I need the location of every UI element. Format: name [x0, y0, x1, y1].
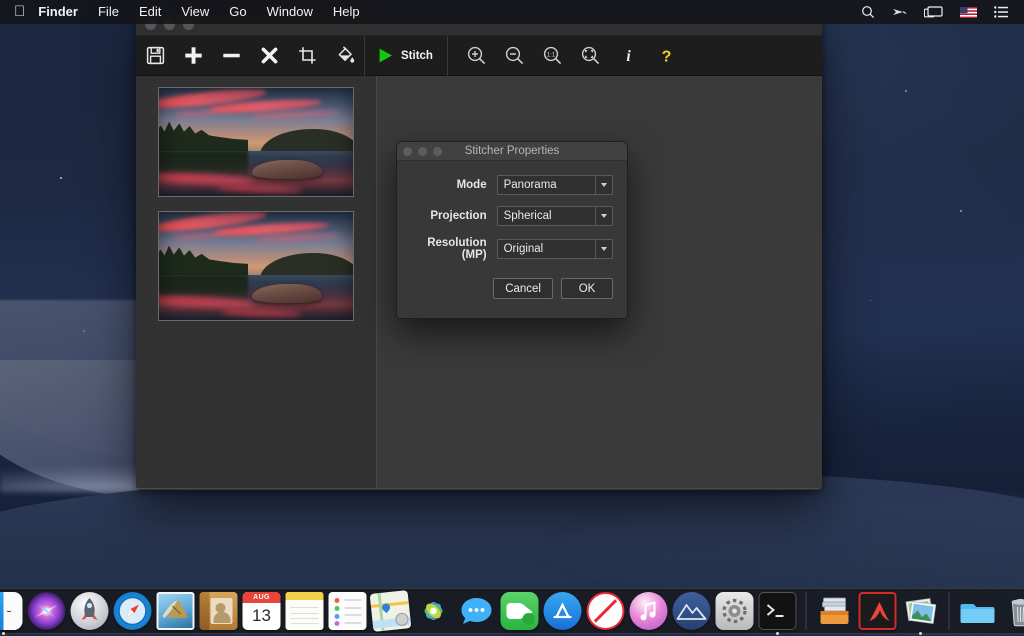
mode-label: Mode — [411, 179, 497, 191]
zoom-fit-button[interactable] — [572, 36, 610, 76]
status-bar — [136, 488, 822, 490]
dock-item-app-store[interactable] — [544, 592, 582, 630]
resolution-select[interactable]: Original — [497, 239, 613, 259]
landscape-photo — [159, 212, 353, 320]
dock-item-stitcher[interactable] — [902, 592, 940, 630]
dialog-buttons: Cancel OK — [397, 272, 627, 299]
main-toolbar: Stitch 1:1 — [136, 36, 822, 76]
zoom-actual-size-button[interactable]: 1:1 — [534, 36, 572, 76]
menu-item-window[interactable]: Window — [257, 0, 323, 24]
projection-row: Projection Spherical — [411, 206, 613, 226]
projection-value: Spherical — [498, 210, 552, 222]
dock-item-finder[interactable] — [0, 592, 23, 630]
svg-text:?: ? — [662, 48, 672, 65]
svg-text:1:1: 1:1 — [547, 52, 556, 59]
dock-item-facetime[interactable] — [501, 592, 539, 630]
dock-item-mail[interactable] — [157, 592, 195, 630]
mode-row: Mode Panorama — [411, 175, 613, 195]
dock-item-contacts[interactable] — [200, 592, 238, 630]
dock-item-safari[interactable] — [114, 592, 152, 630]
dialog-body: Mode Panorama Projection Spherical Resol… — [397, 161, 627, 261]
menu-item-file[interactable]: File — [88, 0, 129, 24]
dock-item-archiver[interactable] — [816, 592, 854, 630]
stitcher-properties-dialog: Stitcher Properties Mode Panorama Projec… — [396, 141, 628, 319]
clear-button[interactable] — [250, 36, 288, 76]
menu-item-go[interactable]: Go — [219, 0, 256, 24]
toolbar-separator-2 — [447, 36, 448, 76]
siri-icon[interactable] — [892, 5, 907, 19]
calendar-day: 13 — [243, 603, 281, 630]
dock-item-downloads[interactable] — [959, 592, 997, 630]
running-indicator — [919, 632, 922, 635]
view-tools-group: 1:1 i ? — [458, 36, 686, 75]
dock-item-photos[interactable] — [415, 592, 453, 630]
dock-item-system-preferences[interactable] — [716, 592, 754, 630]
dock-item-siri[interactable] — [28, 592, 66, 630]
dialog-titlebar[interactable]: Stitcher Properties — [397, 142, 627, 161]
dock-item-maps[interactable] — [372, 592, 410, 630]
stitch-button[interactable]: Stitch — [365, 36, 447, 76]
menu-bar-status-area — [861, 5, 1015, 19]
menu-item-view[interactable]: View — [171, 0, 219, 24]
thumbnail-2[interactable] — [158, 211, 354, 321]
dock-item-launchpad[interactable] — [71, 592, 109, 630]
menu-item-edit[interactable]: Edit — [129, 0, 171, 24]
landscape-photo — [159, 88, 353, 196]
dock-item-mountain-app[interactable] — [673, 592, 711, 630]
mode-value: Panorama — [498, 179, 557, 191]
file-tools-group — [136, 36, 364, 75]
image-list-sidebar[interactable] — [136, 76, 377, 488]
search-icon[interactable] — [861, 5, 875, 19]
help-button[interactable]: ? — [648, 36, 686, 76]
dock-item-trash[interactable] — [1002, 592, 1024, 630]
chevron-down-icon[interactable] — [595, 207, 612, 225]
us-flag-icon[interactable] — [960, 7, 977, 18]
remove-image-button[interactable] — [212, 36, 250, 76]
resolution-label: Resolution (MP) — [411, 237, 497, 261]
menu-item-help[interactable]: Help — [323, 0, 370, 24]
dialog-title: Stitcher Properties — [397, 145, 627, 157]
crop-button[interactable] — [288, 36, 326, 76]
menu-item-finder[interactable]: Finder — [36, 0, 88, 24]
dock-separator-1 — [806, 592, 807, 630]
zoom-in-button[interactable] — [458, 36, 496, 76]
ok-button[interactable]: OK — [561, 278, 613, 299]
menu-bar:  Finder File Edit View Go Window Help — [0, 0, 1024, 24]
control-center-icon[interactable] — [994, 6, 1008, 18]
zoom-out-button[interactable] — [496, 36, 534, 76]
stitch-button-label: Stitch — [401, 50, 433, 62]
dock-item-blocker[interactable] — [587, 592, 625, 630]
calendar-month: AUG — [243, 592, 281, 603]
svg-text:i: i — [627, 48, 632, 65]
dock-item-reminders[interactable] — [329, 592, 367, 630]
paint-bucket-icon[interactable] — [326, 36, 364, 76]
info-button[interactable]: i — [610, 36, 648, 76]
running-indicator — [2, 632, 5, 635]
mode-select[interactable]: Panorama — [497, 175, 613, 195]
chevron-down-icon[interactable] — [595, 240, 612, 258]
dock: AUG 13 — [0, 588, 1024, 634]
cancel-button[interactable]: Cancel — [493, 278, 553, 299]
dock-item-calendar[interactable]: AUG 13 — [243, 592, 281, 630]
add-image-button[interactable] — [174, 36, 212, 76]
save-button[interactable] — [136, 36, 174, 76]
resolution-value: Original — [498, 243, 544, 255]
play-triangle-icon — [377, 47, 394, 64]
projection-select[interactable]: Spherical — [497, 206, 613, 226]
thumbnail-1[interactable] — [158, 87, 354, 197]
dock-item-messages[interactable] — [458, 592, 496, 630]
projection-label: Projection — [411, 210, 497, 222]
dock-item-notes[interactable] — [286, 592, 324, 630]
running-indicator — [776, 632, 779, 635]
dock-item-itunes[interactable] — [630, 592, 668, 630]
dock-item-acrobat[interactable] — [859, 592, 897, 630]
screen-mirroring-icon[interactable] — [924, 5, 943, 19]
apple-logo-icon[interactable]:  — [14, 4, 25, 19]
resolution-row: Resolution (MP) Original — [411, 237, 613, 261]
chevron-down-icon[interactable] — [595, 176, 612, 194]
dock-separator-2 — [949, 592, 950, 630]
dock-item-terminal[interactable] — [759, 592, 797, 630]
